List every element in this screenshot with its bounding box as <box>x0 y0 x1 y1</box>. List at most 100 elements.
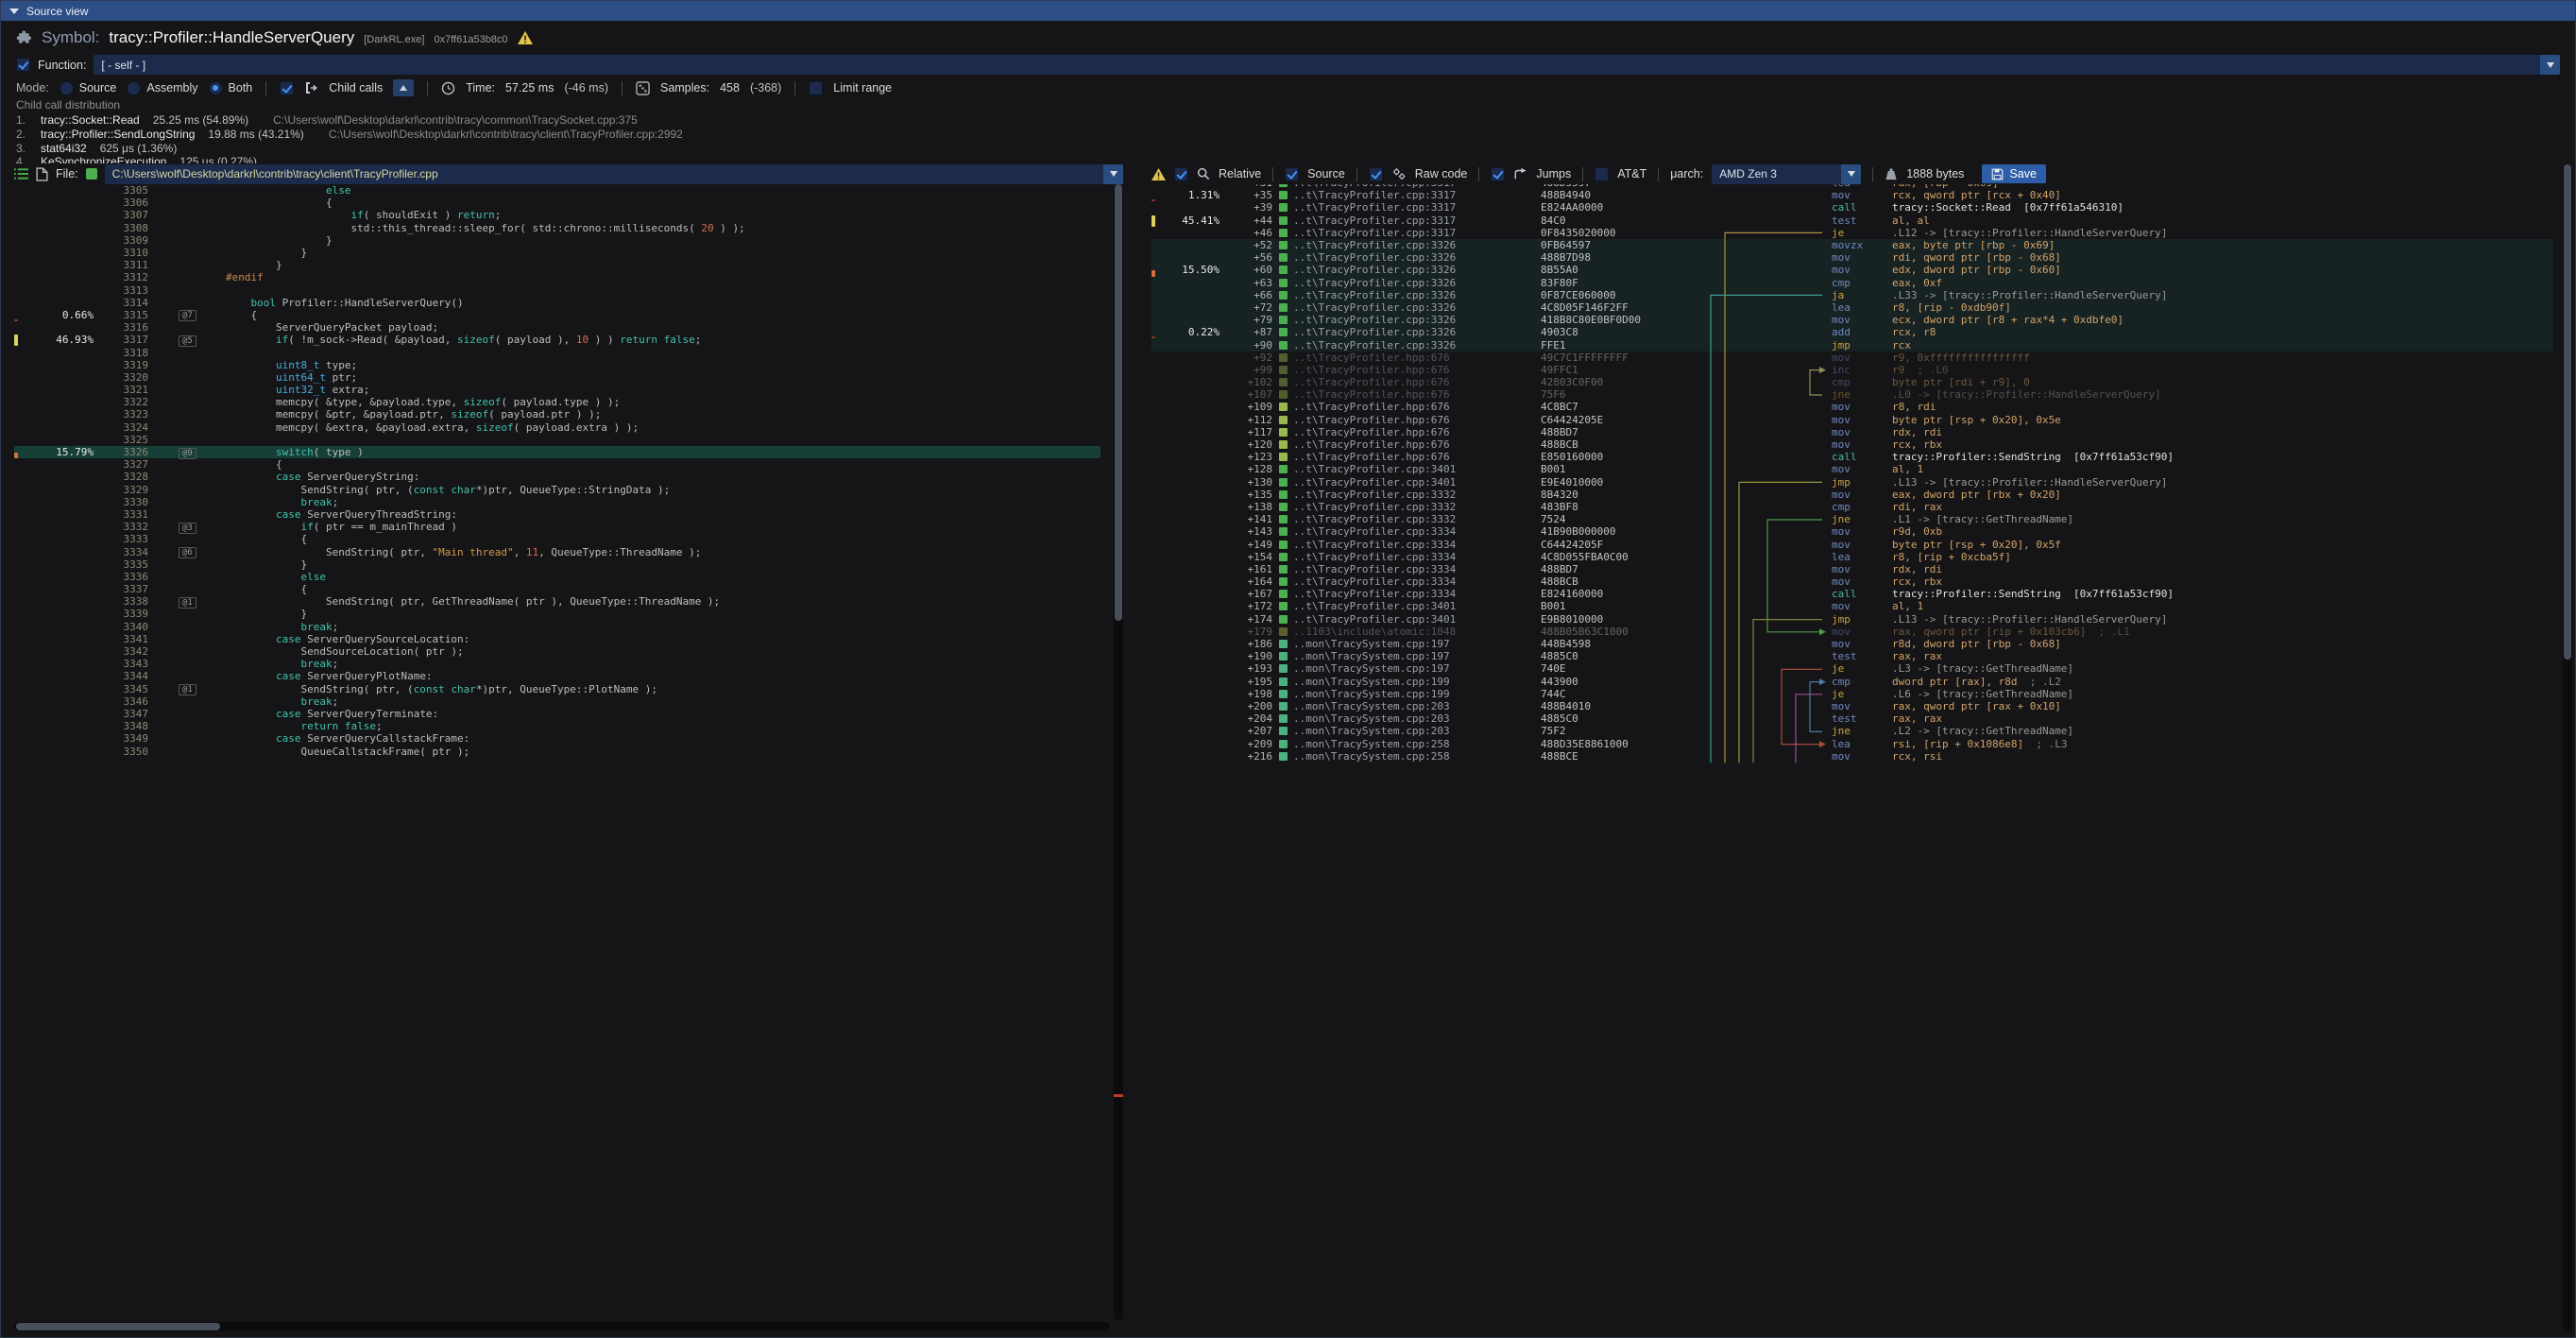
asm-row[interactable]: +117..t\TracyProfiler.hpp:676488BD7movrd… <box>1152 426 2553 438</box>
asm-row[interactable]: +204..mon\TracySystem.cpp:2034885C0testr… <box>1152 712 2553 725</box>
source-line[interactable]: 3318 <box>14 346 1100 358</box>
asm-row[interactable]: +154..t\TracyProfiler.cpp:33344C8D055FBA… <box>1152 551 2553 563</box>
child-call-name[interactable]: tracy::Profiler::SendLongString <box>41 128 195 141</box>
source-line[interactable]: 3316 ServerQueryPacket payload; <box>14 321 1100 334</box>
asm-row[interactable]: +79..t\TracyProfiler.cpp:3326418B8C80E0B… <box>1152 314 2553 326</box>
asm-row[interactable]: +52..t\TracyProfiler.cpp:33260FB64597mov… <box>1152 239 2553 251</box>
source-line[interactable]: 3335 } <box>14 558 1100 571</box>
asm-row[interactable]: 0.22%+87..t\TracyProfiler.cpp:33264903C8… <box>1152 326 2553 338</box>
child-calls-mode-button[interactable] <box>393 79 414 96</box>
source-line[interactable]: 3325 <box>14 434 1100 446</box>
source-line[interactable]: 3350 QueueCallstackFrame( ptr ); <box>14 745 1100 757</box>
asm-row[interactable]: +66..t\TracyProfiler.cpp:33260F87CE06000… <box>1152 289 2553 301</box>
asm-row[interactable]: +207..mon\TracySystem.cpp:20375F2jne.L2 … <box>1152 725 2553 737</box>
asm-row[interactable]: +112..t\TracyProfiler.hpp:676C64424205Em… <box>1152 414 2553 426</box>
source-vertical-scrollbar[interactable] <box>1114 184 1123 1320</box>
source-line[interactable]: 3336 else <box>14 571 1100 583</box>
source-line[interactable]: 3319 uint8_t type; <box>14 359 1100 371</box>
asm-row[interactable]: 1.31%+35..t\TracyProfiler.cpp:3317488B49… <box>1152 189 2553 201</box>
chevron-down-icon[interactable] <box>1103 164 1123 184</box>
source-line[interactable]: 3342 SendSourceLocation( ptr ); <box>14 645 1100 658</box>
source-line[interactable]: 3320 uint64_t ptr; <box>14 371 1100 384</box>
jumps-checkbox[interactable] <box>1491 167 1505 181</box>
mode-radio-assembly[interactable]: Assembly <box>127 81 197 95</box>
asm-row[interactable]: +149..t\TracyProfiler.cpp:3334C64424205F… <box>1152 538 2553 550</box>
asm-row[interactable]: +198..mon\TracySystem.cpp:199744Cje.L6 -… <box>1152 688 2553 700</box>
source-line[interactable]: 3330 break; <box>14 496 1100 508</box>
source-line[interactable]: 3331 case ServerQueryThreadString: <box>14 508 1100 521</box>
asm-row[interactable]: +209..mon\TracySystem.cpp:258488D35E8861… <box>1152 737 2553 749</box>
asm-row[interactable]: +46..t\TracyProfiler.cpp:33170F843502000… <box>1152 227 2553 239</box>
source-line[interactable]: 3349 case ServerQueryCallstackFrame: <box>14 732 1100 745</box>
chevron-down-icon[interactable] <box>1841 164 1861 184</box>
source-line[interactable]: 3311 } <box>14 259 1100 271</box>
asm-row[interactable]: +92..t\TracyProfiler.hpp:67649C7C1FFFFFF… <box>1152 352 2553 364</box>
asm-row[interactable]: +72..t\TracyProfiler.cpp:33264C8D05F146F… <box>1152 301 2553 314</box>
function-combo[interactable]: [ - self - ] <box>94 55 2560 75</box>
source-line[interactable]: 3347 case ServerQueryTerminate: <box>14 708 1100 720</box>
source-line[interactable]: 3344 case ServerQueryPlotName: <box>14 670 1100 682</box>
source-checkbox[interactable] <box>1285 167 1299 181</box>
source-line[interactable]: 3321 uint32_t extra; <box>14 384 1100 396</box>
asm-row[interactable]: +120..t\TracyProfiler.hpp:676488BCBmovrc… <box>1152 438 2553 451</box>
asm-vertical-scrollbar[interactable] <box>2563 164 2572 1331</box>
asm-row[interactable]: +109..t\TracyProfiler.hpp:6764C8BC7movr8… <box>1152 401 2553 413</box>
asm-row[interactable]: +164..t\TracyProfiler.cpp:3334488BCBmovr… <box>1152 575 2553 588</box>
file-list-icon[interactable] <box>14 167 28 180</box>
source-line[interactable]: 3341 case ServerQuerySourceLocation: <box>14 633 1100 645</box>
raw-code-checkbox[interactable] <box>1369 167 1383 181</box>
asm-row[interactable]: +167..t\TracyProfiler.cpp:3334E824160000… <box>1152 588 2553 600</box>
radio-icon[interactable] <box>60 81 74 95</box>
scrollbar-thumb[interactable] <box>2564 164 2571 660</box>
asm-row[interactable]: +99..t\TracyProfiler.hpp:67649FFC1incr9 … <box>1152 364 2553 376</box>
source-line[interactable]: 3322 memcpy( &type, &payload.type, sizeo… <box>14 396 1100 408</box>
asm-row[interactable]: +102..t\TracyProfiler.hpp:67642803C0F00c… <box>1152 376 2553 388</box>
asm-row[interactable]: +138..t\TracyProfiler.cpp:3332483BF8cmpr… <box>1152 501 2553 513</box>
chevron-down-icon[interactable] <box>2540 55 2560 75</box>
asm-row[interactable]: +193..mon\TracySystem.cpp:197740Eje.L3 -… <box>1152 662 2553 675</box>
child-calls-checkbox[interactable] <box>280 81 294 95</box>
asm-row[interactable]: +141..t\TracyProfiler.cpp:33327524jne.L1… <box>1152 513 2553 525</box>
file-combo[interactable]: C:\Users\wolf\Desktop\darkrl\contrib\tra… <box>105 164 1123 184</box>
source-line[interactable]: 46.93%3317@5 if( !m_sock->Read( &payload… <box>14 334 1100 346</box>
source-line[interactable]: 3338@1 SendString( ptr, GetThreadName( p… <box>14 595 1100 608</box>
source-line[interactable]: 3323 memcpy( &ptr, &payload.ptr, sizeof(… <box>14 408 1100 420</box>
asm-row[interactable]: +39..t\TracyProfiler.cpp:3317E824AA0000c… <box>1152 201 2553 214</box>
source-line[interactable]: 0.66%3315@7 { <box>14 309 1100 321</box>
source-line[interactable]: 3340 break; <box>14 621 1100 633</box>
asm-row[interactable]: +135..t\TracyProfiler.cpp:33328B4320move… <box>1152 489 2553 501</box>
source-line[interactable]: 3308 std::this_thread::sleep_for( std::c… <box>14 222 1100 234</box>
source-line[interactable]: 3339 } <box>14 608 1100 620</box>
child-call-name[interactable]: KeSynchronizeExecution <box>41 155 166 163</box>
asm-row[interactable]: +128..t\TracyProfiler.cpp:3401B001moval,… <box>1152 463 2553 475</box>
att-checkbox[interactable] <box>1595 167 1609 181</box>
source-line[interactable]: 3327 { <box>14 458 1100 471</box>
asm-row[interactable]: +161..t\TracyProfiler.cpp:3334488BD7movr… <box>1152 563 2553 575</box>
asm-row[interactable]: +195..mon\TracySystem.cpp:199443900cmpdw… <box>1152 676 2553 688</box>
asm-row[interactable]: +174..t\TracyProfiler.cpp:3401E9B8010000… <box>1152 613 2553 626</box>
source-line[interactable]: 3332@3 if( ptr == m_mainThread ) <box>14 521 1100 533</box>
asm-row[interactable]: +56..t\TracyProfiler.cpp:3326488B7D98mov… <box>1152 251 2553 264</box>
mode-radio-source[interactable]: Source <box>60 81 117 95</box>
source-line[interactable]: 3343 break; <box>14 658 1100 670</box>
source-line[interactable]: 3328 case ServerQueryString: <box>14 471 1100 483</box>
source-line[interactable]: 3346 break; <box>14 695 1100 708</box>
asm-row[interactable]: +186..mon\TracySystem.cpp:197448B4598mov… <box>1152 638 2553 650</box>
source-line[interactable]: 3305 else <box>14 184 1100 197</box>
mode-radio-both[interactable]: Both <box>209 81 253 95</box>
source-line[interactable]: 3345@1 SendString( ptr, (const char*)ptr… <box>14 683 1100 695</box>
radio-icon[interactable] <box>209 81 223 95</box>
source-line[interactable]: 3314 bool Profiler::HandleServerQuery() <box>14 297 1100 309</box>
asm-row[interactable]: +190..mon\TracySystem.cpp:1974885C0testr… <box>1152 650 2553 662</box>
uarch-combo[interactable]: AMD Zen 3 <box>1712 164 1861 184</box>
source-line[interactable]: 3334@6 SendString( ptr, "Main thread", 1… <box>14 545 1100 558</box>
asm-row[interactable]: 15.50%+60..t\TracyProfiler.cpp:33268B55A… <box>1152 264 2553 276</box>
source-line[interactable]: 3337 { <box>14 583 1100 595</box>
scrollbar-thumb[interactable] <box>16 1323 220 1330</box>
function-checkbox[interactable] <box>16 58 30 72</box>
source-line[interactable]: 3312#endif <box>14 271 1100 283</box>
asm-row[interactable]: +63..t\TracyProfiler.cpp:332683F80Fcmpea… <box>1152 277 2553 289</box>
child-call-name[interactable]: tracy::Socket::Read <box>41 113 140 127</box>
asm-row[interactable]: +130..t\TracyProfiler.cpp:3401E9E4010000… <box>1152 476 2553 489</box>
relative-checkbox[interactable] <box>1174 167 1188 181</box>
